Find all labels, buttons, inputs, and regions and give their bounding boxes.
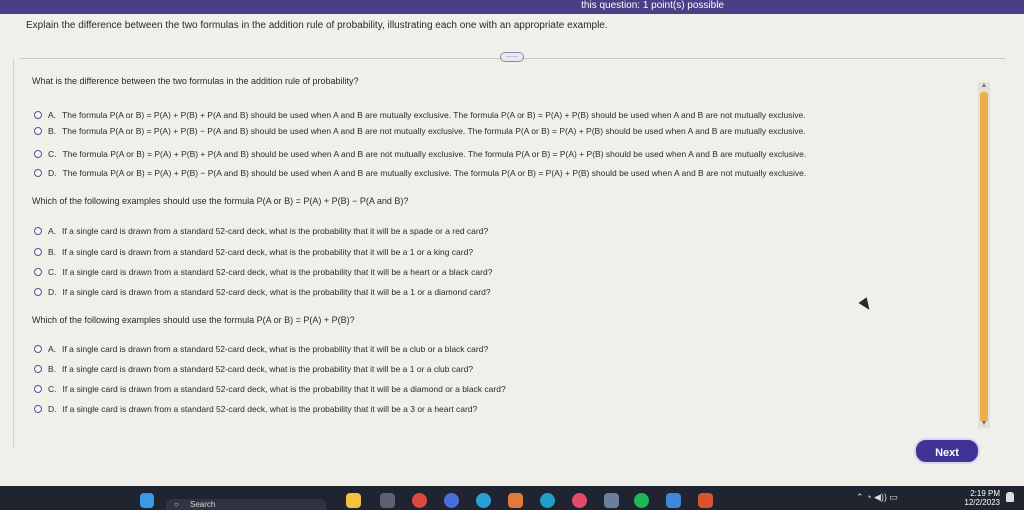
scroll-down-arrow-icon[interactable]: ▼ bbox=[980, 420, 988, 428]
instructions-text: Explain the difference between the two f… bbox=[26, 20, 608, 31]
radio-button[interactable] bbox=[34, 288, 42, 296]
store-icon[interactable] bbox=[634, 493, 649, 508]
option-letter: C. bbox=[48, 149, 57, 159]
option-letter: B. bbox=[48, 247, 57, 257]
scroll-thumb[interactable] bbox=[980, 92, 988, 422]
calculator-icon[interactable] bbox=[572, 493, 587, 508]
points-text: this question: 1 point(s) possible bbox=[581, 0, 724, 11]
option-text: If a single card is drawn from a standar… bbox=[62, 267, 493, 277]
next-button[interactable]: Next bbox=[914, 438, 980, 464]
photos-icon[interactable] bbox=[476, 493, 491, 508]
option-letter: A. bbox=[48, 110, 57, 120]
q1-option-d[interactable]: D. The formula P(A or B) = P(A) + P(B) −… bbox=[34, 168, 806, 178]
radio-button[interactable] bbox=[34, 385, 42, 393]
vertical-scrollbar[interactable]: ▲ ▼ bbox=[978, 82, 990, 428]
option-text: If a single card is drawn from a standar… bbox=[62, 344, 489, 354]
mouse-cursor-icon bbox=[858, 297, 874, 313]
taskbar-search[interactable]: ○ Search bbox=[166, 499, 326, 510]
zoom-icon[interactable] bbox=[540, 493, 555, 508]
q1-option-c[interactable]: C. The formula P(A or B) = P(A) + P(B) +… bbox=[34, 149, 806, 159]
option-letter: A. bbox=[48, 344, 57, 354]
option-text: The formula P(A or B) = P(A) + P(B) − P(… bbox=[62, 168, 807, 178]
camera-icon[interactable] bbox=[380, 493, 395, 508]
option-letter: B. bbox=[48, 126, 57, 136]
clock-time: 2:19 PM bbox=[970, 489, 1000, 498]
search-icon: ○ bbox=[174, 500, 179, 509]
option-letter: D. bbox=[48, 404, 57, 414]
radio-button[interactable] bbox=[34, 169, 42, 177]
q2-option-d[interactable]: D. If a single card is drawn from a stan… bbox=[34, 287, 491, 297]
option-text: If a single card is drawn from a standar… bbox=[62, 384, 506, 394]
search-label: Search bbox=[190, 500, 216, 509]
spotify-icon[interactable] bbox=[604, 493, 619, 508]
powerpoint-icon[interactable] bbox=[666, 493, 681, 508]
file-explorer-icon[interactable] bbox=[346, 493, 361, 508]
option-text: If a single card is drawn from a standar… bbox=[62, 404, 478, 414]
windows-icon[interactable] bbox=[140, 493, 154, 508]
q3-option-d[interactable]: D. If a single card is drawn from a stan… bbox=[34, 404, 477, 414]
clock-date: 12/2/2023 bbox=[964, 498, 1000, 507]
notification-bell-icon[interactable] bbox=[1006, 492, 1014, 502]
clock[interactable]: 2:19 PM 12/2/2023 bbox=[964, 489, 1000, 507]
option-text: The formula P(A or B) = P(A) + P(B) + P(… bbox=[62, 110, 806, 120]
q2-option-c[interactable]: C. If a single card is drawn from a stan… bbox=[34, 267, 492, 277]
office-icon[interactable] bbox=[698, 493, 713, 508]
option-letter: D. bbox=[48, 287, 57, 297]
option-letter: A. bbox=[48, 226, 57, 236]
system-tray-icons[interactable]: ⌃ ◔ ◀)) ▭ bbox=[856, 492, 898, 503]
radio-button[interactable] bbox=[34, 111, 42, 119]
option-text: If a single card is drawn from a standar… bbox=[62, 226, 489, 236]
option-text: If a single card is drawn from a standar… bbox=[62, 247, 474, 257]
chrome-icon[interactable] bbox=[412, 493, 427, 508]
radio-button[interactable] bbox=[34, 365, 42, 373]
radio-button[interactable] bbox=[34, 345, 42, 353]
edge-icon[interactable] bbox=[444, 493, 459, 508]
top-banner: this question: 1 point(s) possible bbox=[0, 0, 1024, 14]
q1-option-a[interactable]: A. The formula P(A or B) = P(A) + P(B) +… bbox=[34, 110, 806, 120]
taskbar: ○ Search ⌃ ◔ ◀)) ▭ 2:19 PM 12/2/2023 bbox=[0, 486, 1024, 510]
radio-button[interactable] bbox=[34, 405, 42, 413]
q2-option-b[interactable]: B. If a single card is drawn from a stan… bbox=[34, 247, 473, 257]
radio-button[interactable] bbox=[34, 268, 42, 276]
edge-alt-icon[interactable] bbox=[508, 493, 523, 508]
radio-button[interactable] bbox=[34, 127, 42, 135]
radio-button[interactable] bbox=[34, 227, 42, 235]
option-text: If a single card is drawn from a standar… bbox=[62, 287, 491, 297]
expand-handle[interactable]: ···· bbox=[500, 52, 524, 62]
radio-button[interactable] bbox=[34, 150, 42, 158]
option-text: The formula P(A or B) = P(A) + P(B) + P(… bbox=[62, 149, 807, 159]
option-letter: D. bbox=[48, 168, 57, 178]
q3-option-a[interactable]: A. If a single card is drawn from a stan… bbox=[34, 344, 488, 354]
q3-option-b[interactable]: B. If a single card is drawn from a stan… bbox=[34, 364, 473, 374]
option-text: The formula P(A or B) = P(A) + P(B) − P(… bbox=[62, 126, 806, 136]
option-letter: C. bbox=[48, 384, 57, 394]
scroll-up-arrow-icon[interactable]: ▲ bbox=[980, 82, 988, 90]
question-1-prompt: What is the difference between the two f… bbox=[32, 76, 359, 86]
option-letter: C. bbox=[48, 267, 57, 277]
option-text: If a single card is drawn from a standar… bbox=[62, 364, 474, 374]
question-page: Explain the difference between the two f… bbox=[0, 14, 1024, 486]
question-2-prompt: Which of the following examples should u… bbox=[32, 196, 409, 206]
left-rail bbox=[0, 58, 14, 448]
question-3-prompt: Which of the following examples should u… bbox=[32, 315, 355, 325]
q1-option-b[interactable]: B. The formula P(A or B) = P(A) + P(B) −… bbox=[34, 126, 806, 136]
radio-button[interactable] bbox=[34, 248, 42, 256]
q2-option-a[interactable]: A. If a single card is drawn from a stan… bbox=[34, 226, 488, 236]
q3-option-c[interactable]: C. If a single card is drawn from a stan… bbox=[34, 384, 506, 394]
option-letter: B. bbox=[48, 364, 57, 374]
